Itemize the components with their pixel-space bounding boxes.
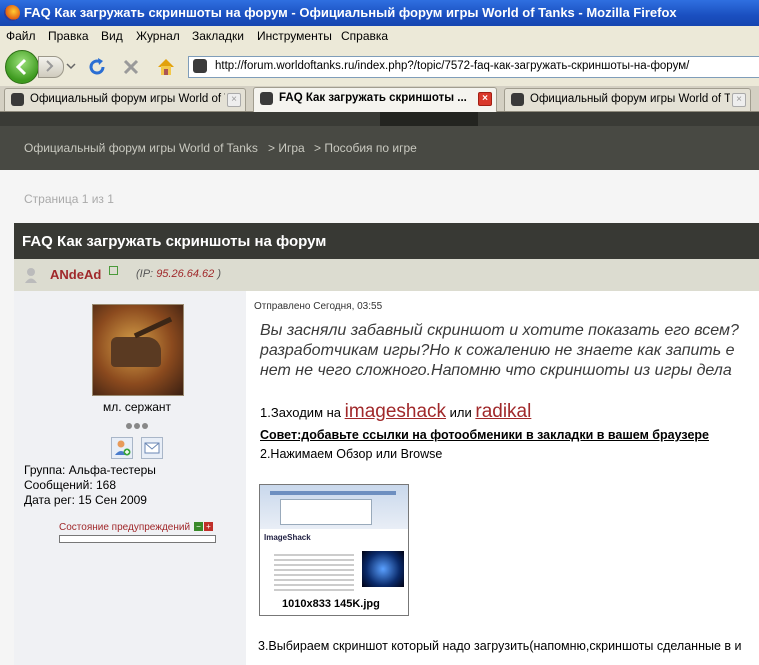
profile-popup-icon[interactable] — [109, 266, 118, 275]
warn-increase-button[interactable]: + — [204, 522, 213, 531]
tab-favicon-icon — [260, 92, 273, 105]
chevron-down-icon — [66, 63, 76, 70]
breadcrumb-game[interactable]: > Игра — [268, 141, 305, 155]
menu-history[interactable]: Журнал — [136, 29, 180, 43]
breadcrumb: Официальный форум игры World of Tanks > … — [0, 126, 759, 170]
step-3: 3.Выбираем скриншот который надо загрузи… — [258, 639, 742, 653]
tab-forum-home[interactable]: Официальный форум игры World of T... × — [4, 88, 246, 111]
site-favicon-icon — [193, 59, 207, 73]
send-message-button[interactable] — [141, 437, 163, 459]
imageshack-link[interactable]: imageshack — [345, 401, 446, 422]
tip-text: Совет:добавьте ссылки на фотообменики в … — [260, 428, 709, 442]
thumbnail-caption: 1010x833 145K.jpg — [282, 598, 380, 610]
forward-button[interactable] — [38, 56, 64, 78]
back-button[interactable] — [5, 50, 39, 84]
author-group: Группа: Альфа-тестеры — [24, 463, 156, 477]
pagination-info: Страница 1 из 1 — [24, 192, 114, 206]
page-content: Официальный форум игры World of Tanks > … — [0, 112, 759, 665]
tab-label: FAQ Как загружать скриншоты ... — [279, 92, 467, 104]
author-rank: мл. сержант — [102, 400, 172, 414]
reload-icon[interactable] — [86, 56, 108, 78]
author-reg-date: Дата рег: 15 Сен 2009 — [24, 493, 147, 507]
post-intro-line: Вы засняли забавный скриншот и хотите по… — [260, 322, 739, 339]
home-icon[interactable] — [155, 56, 177, 78]
add-user-icon — [115, 440, 131, 456]
breadcrumb-forum-home[interactable]: Официальный форум игры World of Tanks — [24, 141, 258, 155]
breadcrumb-guides[interactable]: > Пособия по игре — [314, 141, 417, 155]
topic-header: FAQ Как загружать скриншоты на форум — [14, 223, 759, 259]
step-2: 2.Нажимаем Обзор или Browse — [260, 447, 443, 461]
tab-close-icon[interactable]: × — [478, 92, 492, 106]
avatar[interactable] — [92, 304, 184, 396]
tab-bar: Официальный форум игры World of T... × F… — [0, 86, 759, 112]
radikal-link[interactable]: radikal — [475, 401, 531, 422]
author-ip: (IP: 95.26.64.62 ) — [136, 268, 222, 280]
thumbnail-logo: ImageShack — [264, 533, 311, 542]
firefox-logo-icon — [4, 5, 20, 21]
post-intro-line: разработчикам игры?Но к сожалению не зна… — [260, 342, 735, 359]
envelope-icon — [144, 442, 160, 454]
tab-forum-home-2[interactable]: Официальный форум игры World of T... × — [504, 88, 751, 111]
add-friend-button[interactable] — [111, 437, 133, 459]
screenshot-thumbnail[interactable]: ImageShack 1010x833 145K.jpg — [259, 484, 409, 616]
menu-file[interactable]: Файл — [6, 29, 36, 43]
warning-level-bar — [59, 535, 216, 543]
author-profile-panel: мл. сержант Группа: Альфа-тестеры Сообще… — [14, 291, 246, 665]
tab-label: Официальный форум игры World of T... — [530, 93, 730, 105]
post-intro: Вы засняли забавный скриншот и хотите по… — [260, 321, 759, 381]
menu-tools[interactable]: Инструменты — [257, 29, 332, 43]
history-dropdown-button[interactable] — [64, 58, 78, 74]
tab-faq-screenshots[interactable]: FAQ Как загружать скриншоты ... × — [253, 87, 497, 112]
tab-favicon-icon — [511, 93, 524, 106]
post-author-bar: ANdeAd (IP: 95.26.64.62 ) — [14, 259, 759, 291]
author-post-count: Сообщений: 168 — [24, 478, 117, 492]
topic-title: FAQ Как загружать скриншоты на форум — [22, 233, 327, 250]
step-1: 1.Заходим на imageshack или radikal — [260, 401, 532, 422]
address-bar[interactable]: http://forum.worldoftanks.ru/index.php?/… — [188, 56, 759, 78]
window-title: FAQ Как загружать скриншоты на форум - О… — [24, 5, 677, 20]
window-title-bar: FAQ Как загружать скриншоты на форум - О… — [0, 0, 759, 26]
menu-bar: Файл Правка Вид Журнал Закладки Инструме… — [0, 26, 759, 46]
user-icon — [25, 268, 37, 283]
site-navigation — [0, 112, 759, 126]
warn-decrease-button[interactable]: − — [194, 522, 203, 531]
back-arrow-icon — [15, 58, 27, 76]
tab-close-icon[interactable]: × — [227, 93, 241, 107]
tab-label: Официальный форум игры World of T... — [30, 93, 225, 105]
menu-help[interactable]: Справка — [341, 29, 388, 43]
forward-arrow-icon — [46, 60, 54, 72]
author-name[interactable]: ANdeAd — [50, 267, 101, 282]
site-nav-active-item[interactable] — [380, 112, 478, 126]
navigation-toolbar: http://forum.worldoftanks.ru/index.php?/… — [0, 46, 759, 87]
menu-bookmarks[interactable]: Закладки — [192, 29, 244, 43]
stop-icon[interactable] — [120, 56, 142, 78]
rank-pips — [126, 418, 150, 432]
post-intro-line: нет не чего сложного.Напомню что скриншо… — [260, 362, 732, 379]
tab-close-icon[interactable]: × — [732, 93, 746, 107]
url-text: http://forum.worldoftanks.ru/index.php?/… — [215, 60, 690, 72]
warning-status-label: Состояние предупреждений — [59, 522, 191, 533]
post-timestamp: Отправлено Сегодня, 03:55 — [254, 301, 383, 312]
menu-view[interactable]: Вид — [101, 29, 123, 43]
menu-edit[interactable]: Правка — [48, 29, 89, 43]
post-body: Отправлено Сегодня, 03:55 Вы засняли заб… — [246, 291, 759, 665]
author-stats: Группа: Альфа-тестеры Сообщений: 168 Дат… — [24, 463, 156, 508]
tab-favicon-icon — [11, 93, 24, 106]
